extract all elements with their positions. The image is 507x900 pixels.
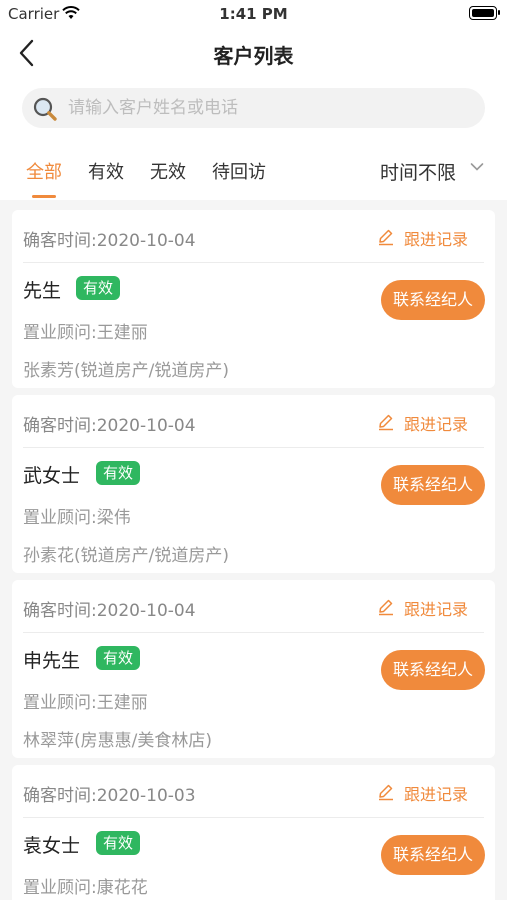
edit-icon[interactable]: [377, 413, 395, 431]
active-tab-indicator: [32, 195, 56, 198]
customer-name: 先生: [23, 280, 62, 302]
contact-agent-button[interactable]: 联系经纪人: [381, 280, 485, 320]
follow-record-button[interactable]: 跟进记录: [404, 596, 468, 620]
tab-valid[interactable]: 有效: [88, 158, 124, 184]
tab-pending-revisit[interactable]: 待回访: [212, 158, 266, 184]
confirm-time: 确客时间:2020-10-04: [23, 231, 196, 251]
status-time: 1:41 PM: [219, 5, 288, 23]
status-badge: 有效: [96, 461, 141, 485]
divider: [23, 632, 484, 633]
filter-tabs: 全部 有效 无效 待回访 时间不限: [0, 140, 507, 200]
adviser-label: 置业顾问:王建丽: [23, 323, 148, 343]
page-title: 客户列表: [213, 44, 294, 68]
customer-card: 确客时间:2020-10-04 跟进记录 武女士 有效 置业顾问:梁伟 孙素花(…: [12, 395, 495, 573]
confirm-time: 确客时间:2020-10-03: [23, 786, 196, 806]
customer-name: 袁女士: [23, 835, 81, 857]
nav-bar: 客户列表: [0, 28, 507, 78]
status-badge: 有效: [76, 276, 121, 300]
confirm-time: 确客时间:2020-10-04: [23, 601, 196, 621]
adviser-label: 置业顾问:康花花: [23, 878, 148, 898]
customer-card: 确客时间:2020-10-03 跟进记录 袁女士 有效 置业顾问:康花花 联系经…: [12, 765, 495, 900]
agent-label: 孙素花(锐道房产/锐道房产): [23, 546, 229, 566]
agent-label: 张素芳(锐道房产/锐道房产): [23, 361, 229, 381]
edit-icon[interactable]: [377, 783, 395, 801]
tab-all[interactable]: 全部: [26, 158, 62, 184]
customer-card: 确客时间:2020-10-04 跟进记录 先生 有效 置业顾问:王建丽 张素芳(…: [12, 210, 495, 388]
agent-label: 林翠萍(房惠惠/美食林店): [23, 731, 212, 751]
customer-name: 申先生: [23, 650, 81, 672]
divider: [23, 817, 484, 818]
search-input[interactable]: [68, 88, 468, 128]
adviser-label: 置业顾问:王建丽: [23, 693, 148, 713]
status-bar: Carrier 1:41 PM: [0, 0, 507, 28]
divider: [23, 262, 484, 263]
follow-record-button[interactable]: 跟进记录: [404, 226, 468, 250]
search-section: [0, 78, 507, 140]
follow-record-button[interactable]: 跟进记录: [404, 781, 468, 805]
adviser-label: 置业顾问:梁伟: [23, 508, 131, 528]
search-box[interactable]: [22, 88, 485, 128]
contact-agent-button[interactable]: 联系经纪人: [381, 835, 485, 875]
divider: [23, 447, 484, 448]
edit-icon[interactable]: [377, 228, 395, 246]
contact-agent-button[interactable]: 联系经纪人: [381, 465, 485, 505]
customer-card: 确客时间:2020-10-04 跟进记录 申先生 有效 置业顾问:王建丽 林翠萍…: [12, 580, 495, 758]
follow-record-button[interactable]: 跟进记录: [404, 411, 468, 435]
status-badge: 有效: [96, 646, 141, 670]
status-badge: 有效: [96, 831, 141, 855]
time-filter-dropdown[interactable]: 时间不限: [380, 158, 456, 185]
search-icon: [33, 97, 57, 121]
customer-name: 武女士: [23, 465, 81, 487]
chevron-down-icon[interactable]: [470, 162, 484, 172]
confirm-time: 确客时间:2020-10-04: [23, 416, 196, 436]
tab-invalid[interactable]: 无效: [150, 158, 186, 184]
edit-icon[interactable]: [377, 598, 395, 616]
contact-agent-button[interactable]: 联系经纪人: [381, 650, 485, 690]
battery-icon: [469, 6, 500, 20]
